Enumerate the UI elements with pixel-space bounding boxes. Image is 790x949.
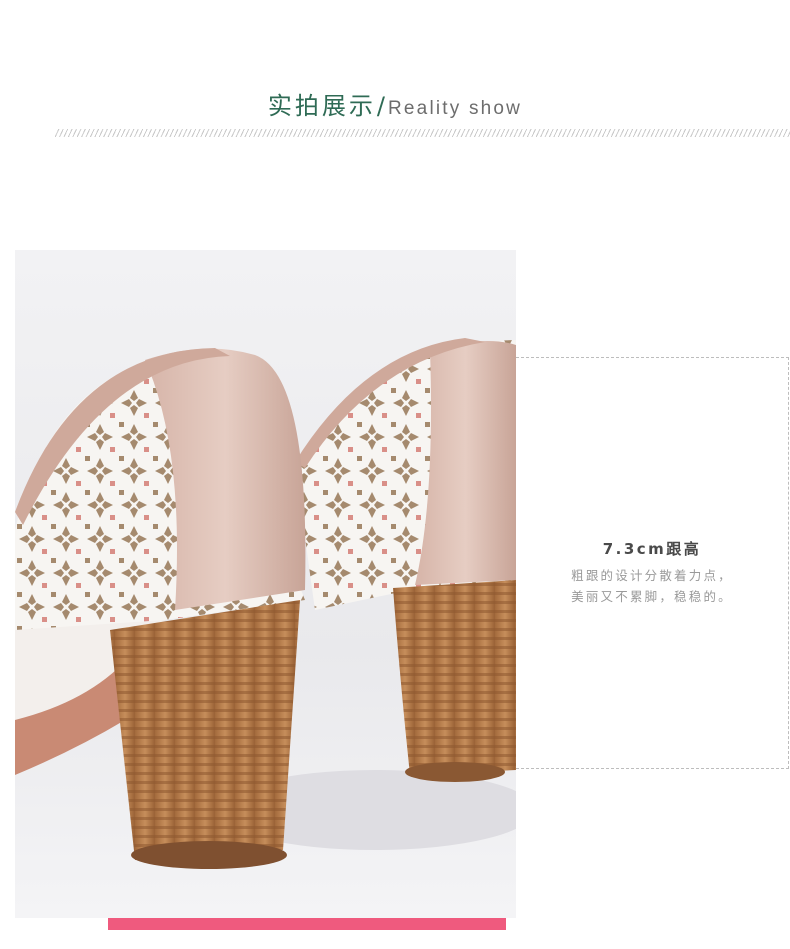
accent-bar bbox=[108, 918, 506, 930]
spec-description-line-2: 美丽又不累脚，稳稳的。 bbox=[571, 589, 733, 604]
decorative-hatch-divider bbox=[55, 129, 790, 137]
section-title-separator: / bbox=[376, 92, 385, 120]
heel-height-title: 7.3cm跟高 bbox=[602, 540, 702, 558]
spec-description-line-1: 粗跟的设计分散着力点， bbox=[571, 568, 733, 583]
section-title-en: Reality show bbox=[387, 98, 523, 119]
section-title: 实拍展示/Reality show bbox=[0, 86, 790, 121]
spec-box: 7.3cm跟高 粗跟的设计分散着力点， 美丽又不累脚，稳稳的。 bbox=[516, 357, 789, 769]
product-photo-shoe-heels bbox=[15, 250, 516, 918]
section-title-cn: 实拍展示 bbox=[267, 92, 376, 120]
